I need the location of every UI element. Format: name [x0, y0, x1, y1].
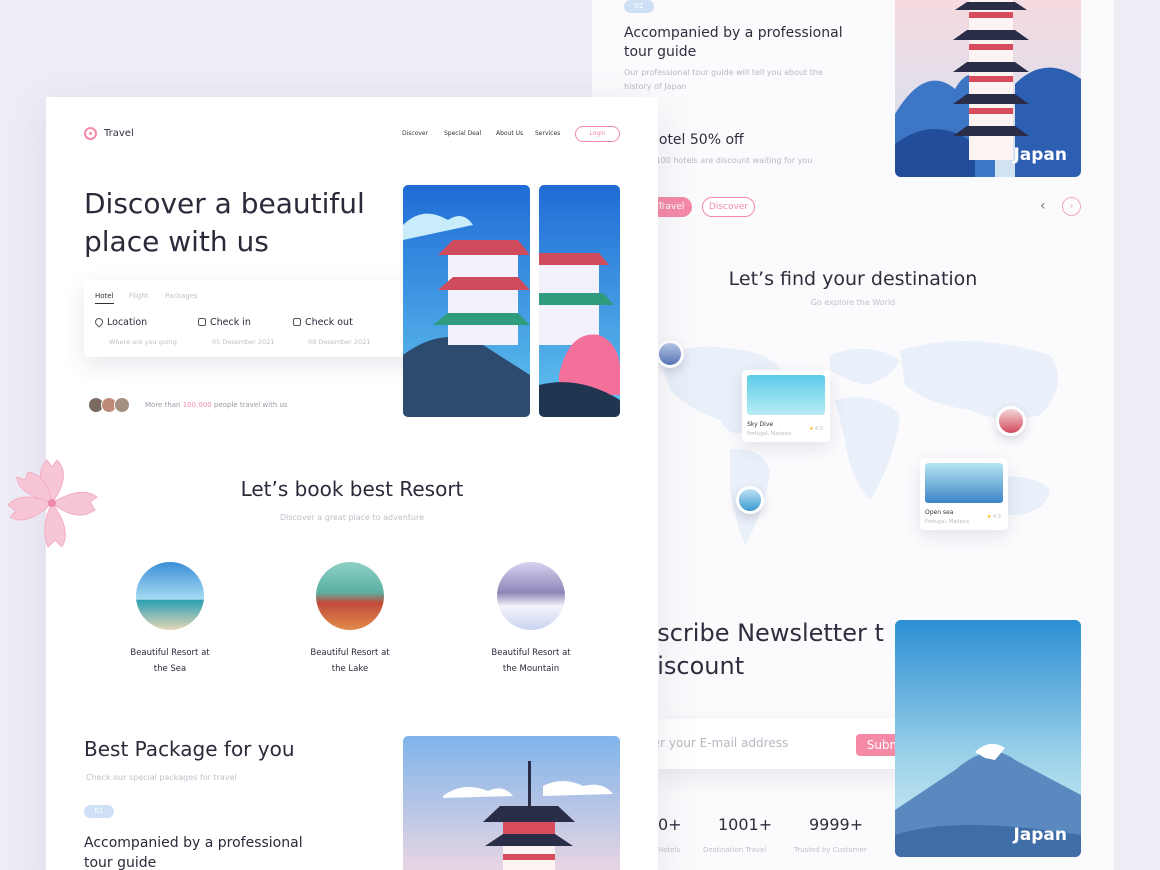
tour-guide-title: Accompanied by a professional tour guide	[624, 25, 843, 60]
calendar-icon	[293, 318, 301, 326]
package-number-badge: 01	[84, 805, 114, 818]
newsletter-title: bscribe Newsletter t discount	[642, 619, 884, 680]
resort-name: Beautiful Resort at the Lake	[310, 648, 390, 674]
japan-label: Japan	[1013, 825, 1067, 845]
location-pin-icon	[93, 316, 105, 328]
map-card-open-sea[interactable]: Open sea Portugal, Madeira ★ 4.5	[920, 458, 1008, 530]
resort-name: Beautiful Resort at the Sea	[130, 648, 210, 674]
front-page-preview: Travel Discover Special Deal About Us Se…	[46, 97, 658, 870]
world-map: Sky Dive Portugal, Madeira ★ 4.5 Open se…	[650, 330, 1090, 570]
tab-flight[interactable]: Flight	[129, 292, 149, 300]
back-page-preview: 01 Accompanied by a professional tour gu…	[592, 0, 1114, 870]
login-button[interactable]: Login	[575, 126, 620, 142]
star-icon: ★	[808, 426, 814, 432]
newsletter-form: ter your E-mail address Submit	[642, 719, 935, 769]
email-field[interactable]: ter your E-mail address	[648, 736, 788, 750]
nav-discover[interactable]: Discover	[402, 130, 428, 137]
map-card-rating: ★ 4.5	[808, 426, 823, 432]
resort-name: Beautiful Resort at the Mountain	[491, 648, 571, 674]
map-card-rating: ★ 4.5	[986, 514, 1001, 520]
hotel-offer-title: hotel 50% off	[650, 132, 744, 148]
resort-card-mountain[interactable]: Beautiful Resort at the Mountain	[471, 645, 591, 677]
star-icon: ★	[986, 514, 992, 520]
tour-guide-desc: Our professional tour guide will tell yo…	[624, 68, 823, 91]
sea-resort-image[interactable]	[136, 562, 204, 630]
destination-pin-beach[interactable]	[736, 486, 764, 514]
open-sea-image	[925, 463, 1003, 503]
people-count-text: More than 100,000 people travel with us	[145, 401, 288, 409]
checkin-value[interactable]: 05 Desember 2021	[212, 338, 274, 346]
hero-title: Discover a beautiful place with us	[84, 187, 365, 258]
calendar-icon	[198, 318, 206, 326]
resort-section-subtitle: Discover a great place to adventure	[279, 513, 425, 522]
japan-mountain-image: Japan	[895, 620, 1081, 857]
hero-castle-image	[403, 185, 530, 417]
japan-label: Japan	[1013, 145, 1067, 165]
destination-pin-mountain[interactable]	[656, 340, 684, 368]
checkin-field[interactable]: Check in	[198, 317, 251, 328]
destination-pin-torii[interactable]	[996, 406, 1026, 436]
nav-special-deal[interactable]: Special Deal	[444, 130, 481, 137]
destination-title: Let’s find your destination	[728, 268, 978, 290]
stat-hotels-value: 0+	[658, 815, 682, 834]
nav-about-us[interactable]: About Us	[496, 130, 523, 137]
checkout-value[interactable]: 08 Desember 2021	[308, 338, 370, 346]
stat-customer-value: 9999+	[809, 815, 864, 834]
logo-text[interactable]: Travel	[104, 128, 134, 139]
destination-subtitle: Go explore the World	[810, 298, 896, 307]
hotel-offer-desc: n 100 hotels are discount waiting for yo…	[648, 156, 813, 165]
package-section-subtitle: Check our special packages for travel	[86, 773, 237, 782]
checkout-field[interactable]: Check out	[293, 317, 353, 328]
package-number-badge: 01	[624, 0, 654, 13]
search-panel: Hotel Flight Packages Location Where are…	[84, 280, 448, 357]
package-pagoda-image	[403, 736, 620, 870]
sakura-flower-icon	[7, 459, 98, 548]
japan-pagoda-image: Japan	[895, 0, 1081, 177]
lake-resort-image[interactable]	[316, 562, 384, 630]
tab-packages[interactable]: Packages	[165, 292, 198, 300]
stat-destination-label: Destination Travel	[703, 846, 767, 854]
sky-dive-image	[747, 375, 825, 415]
map-card-sky-dive[interactable]: Sky Dive Portugal, Madeira ★ 4.5	[742, 370, 830, 442]
package-section-title: Best Package for you	[84, 737, 295, 761]
stat-destination-value: 1001+	[718, 815, 773, 834]
stat-customer-label: Trusted by Customer	[794, 846, 867, 854]
mountain-resort-image[interactable]	[497, 562, 565, 630]
resort-card-sea[interactable]: Beautiful Resort at the Sea	[110, 645, 230, 677]
package-tour-title: Accompanied by a professional tour guide	[84, 835, 303, 870]
hero-blossom-image	[539, 185, 620, 417]
location-value[interactable]: Where are you going	[109, 338, 177, 346]
nav-services[interactable]: Services	[535, 130, 560, 137]
next-arrow-icon[interactable]: ›	[1062, 197, 1081, 216]
avatar	[114, 397, 130, 413]
resort-section-title: Let’s book best Resort	[240, 477, 464, 501]
resort-card-lake[interactable]: Beautiful Resort at the Lake	[290, 645, 410, 677]
tab-hotel[interactable]: Hotel	[95, 292, 114, 304]
prev-arrow-icon[interactable]: ‹	[1040, 198, 1046, 214]
location-field[interactable]: Location	[93, 316, 147, 328]
logo-icon[interactable]	[84, 127, 97, 140]
stat-hotels-label: Hotels	[658, 846, 681, 854]
discover-button[interactable]: Discover	[702, 197, 755, 217]
